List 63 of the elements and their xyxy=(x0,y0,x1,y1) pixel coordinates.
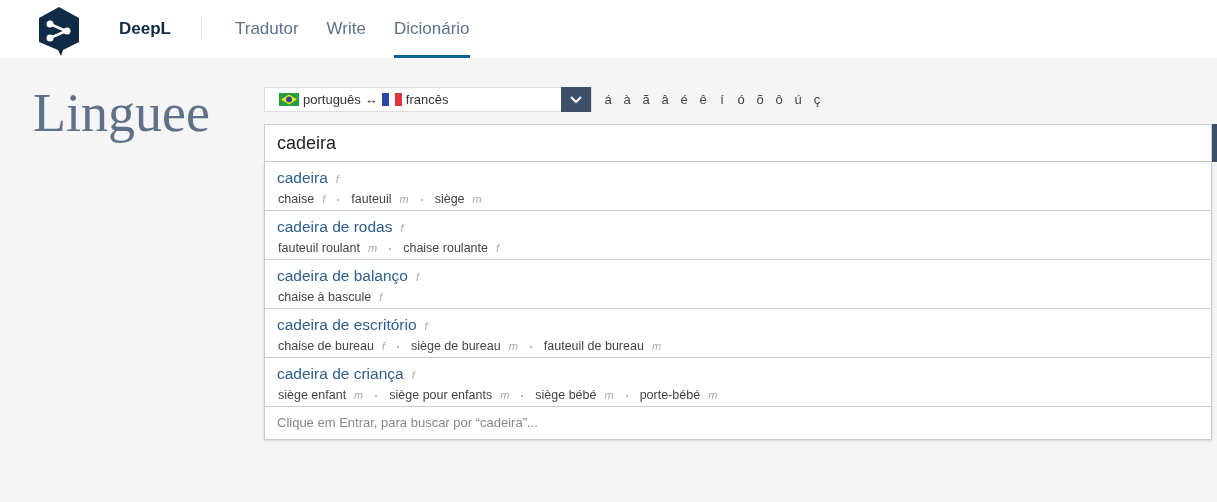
flag-icon xyxy=(279,93,299,106)
special-character[interactable]: ú xyxy=(793,89,803,110)
translation: siège xyxy=(434,191,465,209)
gender-label: f xyxy=(381,339,385,355)
translation: siège enfant xyxy=(278,387,347,405)
gender-label: f xyxy=(495,241,500,257)
nav-tab[interactable]: Write xyxy=(326,0,366,58)
special-character[interactable]: é xyxy=(679,89,689,110)
gender-label: f xyxy=(335,172,339,187)
gender-label: f xyxy=(400,221,404,236)
translation: fauteuil roulant xyxy=(278,240,360,258)
gender-label: m xyxy=(500,388,510,404)
gender-label: f xyxy=(379,290,383,306)
gender-label: m xyxy=(472,192,482,208)
special-character[interactable]: ó xyxy=(736,89,746,110)
translation: fauteuil xyxy=(351,191,392,209)
suggestion-term: cadeira de balanço xyxy=(277,266,408,286)
gender-label: m xyxy=(708,388,718,404)
swap-arrow: ↔ xyxy=(364,90,378,109)
search-field[interactable]: cadeira xyxy=(264,124,1212,162)
suggestion-term: cadeira xyxy=(277,168,328,188)
special-character[interactable]: â xyxy=(660,89,670,110)
special-character[interactable]: ã xyxy=(641,89,651,110)
special-character[interactable]: ê xyxy=(698,89,708,110)
special-character[interactable]: õ xyxy=(755,89,765,110)
gender-label: m xyxy=(354,388,364,404)
gender-label: m xyxy=(651,339,662,355)
special-character[interactable]: à xyxy=(622,89,632,110)
special-character[interactable]: í xyxy=(717,89,727,110)
chevron-down-icon xyxy=(570,95,582,104)
language-select[interactable]: português ↔ francês xyxy=(264,87,592,112)
translation: porte-bébé xyxy=(639,387,701,405)
special-character[interactable]: ç xyxy=(812,89,822,110)
gender-label: m xyxy=(604,388,614,404)
suggestion-item[interactable]: cadeira de criança f siège enfant m siège pour enfants m siège bébé m porte-bébé m xyxy=(265,358,1211,407)
source-language: português xyxy=(303,90,361,109)
special-character[interactable]: ô xyxy=(774,89,784,110)
gender-label: f xyxy=(411,368,415,383)
translation: chaise à bascule xyxy=(278,289,372,307)
suggestion-term: cadeira de escritório xyxy=(277,315,417,335)
translation: chaise roulante xyxy=(403,240,488,258)
deepl-logo-icon xyxy=(37,6,81,56)
gender-label: m xyxy=(508,339,518,355)
flag-icon xyxy=(381,93,402,106)
gender-label: m xyxy=(368,241,378,257)
search-hint: Clique em Entrar, para buscar por “cadeira”... xyxy=(277,414,538,433)
suggestion-term: cadeira de criança xyxy=(277,364,404,384)
translation: chaise de bureau xyxy=(278,338,374,356)
suggestion-term: cadeira de rodas xyxy=(277,217,393,237)
brand-name: DeepL xyxy=(119,18,171,41)
gender-label: m xyxy=(399,192,409,208)
translation: fauteuil de bureau xyxy=(543,338,644,356)
translation: chaise xyxy=(278,191,315,209)
linguee-logo: Linguee xyxy=(33,83,210,143)
translation: siège de bureau xyxy=(410,338,501,356)
gender-label: f xyxy=(416,270,420,285)
target-language: francês xyxy=(405,90,449,109)
translation: siège bébé xyxy=(535,387,597,405)
gender-label: f xyxy=(424,319,428,334)
gender-label: f xyxy=(322,192,326,208)
translation: siège pour enfants xyxy=(389,387,493,405)
nav-tab[interactable]: Tradutor xyxy=(234,0,299,58)
special-character[interactable]: á xyxy=(603,89,613,110)
